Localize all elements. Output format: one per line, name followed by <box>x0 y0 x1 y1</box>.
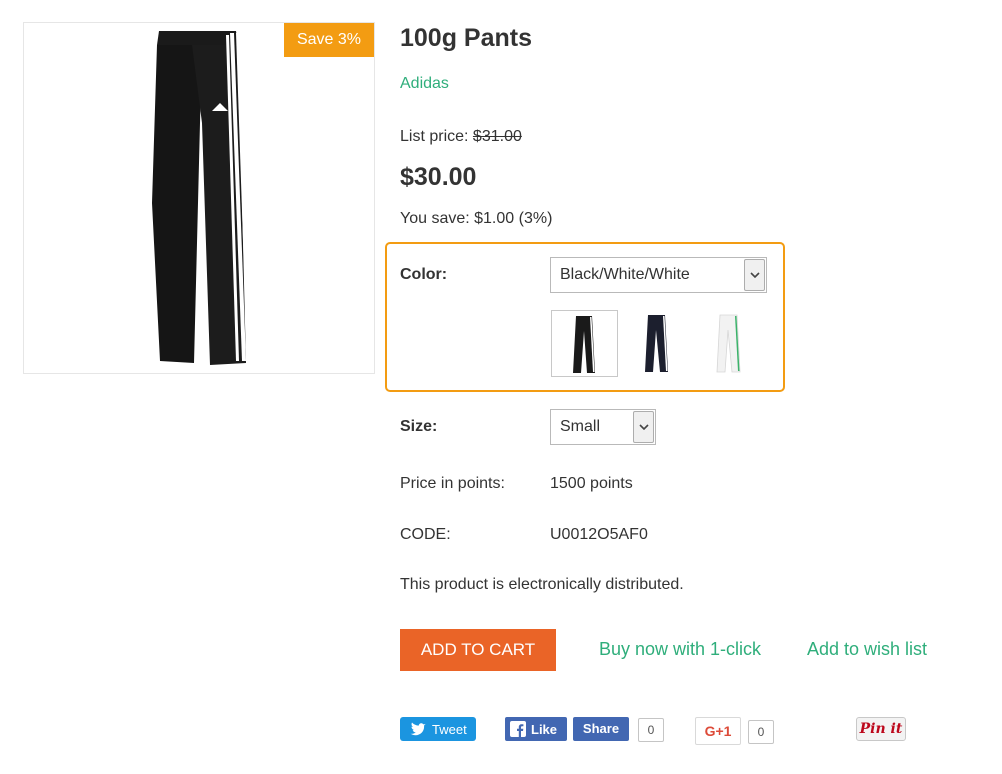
color-select-value: Black/White/White <box>560 266 690 283</box>
list-price-value: $31.00 <box>472 128 522 145</box>
color-thumb-black[interactable] <box>551 310 618 377</box>
list-price: List price: $31.00 <box>400 128 522 146</box>
facebook-icon <box>510 721 526 737</box>
points-value: 1500 points <box>550 475 633 492</box>
save-badge: Save 3% <box>284 23 374 57</box>
chevron-down-icon <box>633 411 654 443</box>
wishlist-link[interactable]: Add to wish list <box>807 639 927 660</box>
product-price: $30.00 <box>400 163 477 191</box>
black-pants-thumbnail <box>573 316 595 373</box>
tweet-button[interactable]: Tweet <box>400 717 476 741</box>
chevron-down-icon <box>744 259 765 291</box>
code-value: U0012O5AF0 <box>550 526 648 543</box>
size-label: Size: <box>400 418 438 435</box>
code-label: CODE: <box>400 526 451 543</box>
twitter-icon <box>410 722 426 736</box>
pants-image <box>152 31 250 365</box>
color-thumb-white[interactable] <box>695 310 762 377</box>
color-select[interactable]: Black/White/White <box>550 257 767 293</box>
list-price-label: List price: <box>400 128 469 145</box>
product-title: 100g Pants <box>400 24 533 52</box>
add-to-cart-button[interactable]: ADD TO CART <box>400 629 556 671</box>
white-pants-thumbnail <box>716 314 741 373</box>
tweet-label: Tweet <box>432 721 467 737</box>
facebook-share-button[interactable]: Share <box>573 717 629 741</box>
size-select-value: Small <box>560 418 601 435</box>
facebook-count: 0 <box>638 718 664 742</box>
size-select[interactable]: Small <box>550 409 656 445</box>
color-thumb-navy[interactable] <box>623 310 690 377</box>
facebook-like-label: Like <box>531 721 558 737</box>
buy-now-link[interactable]: Buy now with 1-click <box>599 639 761 660</box>
pinterest-button[interactable]: Pin it <box>856 717 906 741</box>
navy-pants-thumbnail <box>645 315 668 372</box>
color-label: Color: <box>400 266 448 283</box>
google-plus-button[interactable]: G+1 <box>695 717 741 745</box>
google-plus-count: 0 <box>748 720 774 744</box>
you-save-text: You save: $1.00 (3%) <box>400 210 553 227</box>
brand-link[interactable]: Adidas <box>400 75 449 93</box>
product-main-image[interactable]: Save 3% <box>23 22 375 374</box>
distribution-note: This product is electronically distribut… <box>400 576 684 593</box>
points-label: Price in points: <box>400 475 505 492</box>
facebook-like-button[interactable]: Like <box>505 717 567 741</box>
